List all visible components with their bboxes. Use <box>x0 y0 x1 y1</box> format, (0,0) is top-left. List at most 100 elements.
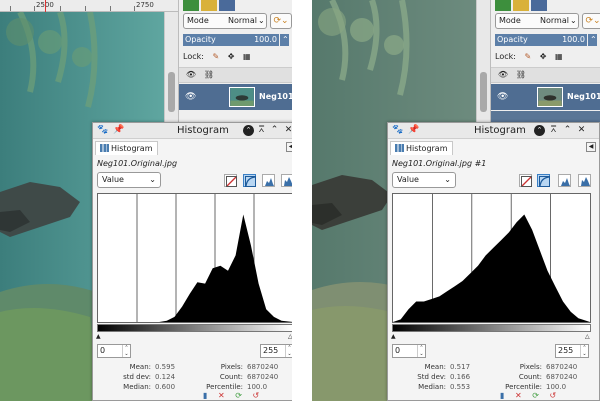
histogram-plot[interactable] <box>392 193 591 323</box>
histogram-icon <box>100 144 109 152</box>
linear-mode-icon[interactable] <box>262 174 275 187</box>
dock-tab-paths-icon[interactable] <box>531 0 547 11</box>
chevron-down-icon: ⌄ <box>258 16 265 25</box>
range-high-spinner[interactable]: 255 ⌃ ⌄ <box>555 344 589 358</box>
logarithmic-histogram-button[interactable] <box>537 174 550 187</box>
pixels-value: 6870240 <box>546 363 578 371</box>
layers-header-row: 👁 ⛓ <box>491 67 600 83</box>
dock-tab-row <box>179 0 292 12</box>
dock-tab-channels-icon[interactable] <box>201 0 217 11</box>
high-range-handle[interactable]: △ <box>288 333 292 340</box>
channel-select[interactable]: Value ⌄ <box>392 172 456 188</box>
range-low-spinner[interactable]: 0 ⌃ ⌄ <box>392 344 426 358</box>
linear-mode-icon[interactable] <box>558 174 571 187</box>
delete-icon[interactable]: ✕ <box>218 392 225 400</box>
dock-menu-icon[interactable]: ◀ <box>286 142 292 152</box>
logarithmic-histogram-button[interactable] <box>243 174 256 187</box>
brush-icon[interactable]: ✎ <box>212 50 219 64</box>
stddev-value: 0.166 <box>450 373 471 381</box>
reset-icon[interactable]: ↺ <box>252 392 259 400</box>
opacity-spinner[interactable]: ⌃ <box>280 34 289 46</box>
layer-name: Neg101.Or <box>259 92 292 101</box>
linear-histogram-button[interactable] <box>224 174 237 187</box>
maximize-icon[interactable]: ⌃ <box>562 125 573 135</box>
dock-tab-layers-icon[interactable] <box>183 0 199 11</box>
eye-icon[interactable]: 👁 <box>185 92 196 102</box>
dock-tab-layers-icon[interactable] <box>495 0 511 11</box>
channel-select[interactable]: Value ⌄ <box>97 172 161 188</box>
low-range-handle[interactable]: ▲ <box>96 333 101 340</box>
tab-histogram[interactable]: Histogram <box>95 141 158 155</box>
histogram-dialog: 🐾 📌 Histogram ⌃ ⩞ ⌃ ✕ Histogram ◀ Neg101… <box>387 122 600 401</box>
low-range-handle[interactable]: ▲ <box>391 333 396 340</box>
pixels-label: Pixels: <box>220 363 243 371</box>
pixels-label: Pixels: <box>519 363 542 371</box>
percentile-value: 100.0 <box>247 383 268 391</box>
channel-value: Value <box>397 175 419 184</box>
opacity-slider[interactable]: Opacity 100.0 <box>495 34 587 46</box>
opacity-slider[interactable]: Opacity 100.0 <box>183 34 279 46</box>
opacity-spinner[interactable]: ⌃ <box>588 34 597 46</box>
dialog-titlebar[interactable]: 🐾 📌 Histogram ⌃ ⩞ ⌃ ✕ <box>388 123 599 139</box>
alpha-lock-icon[interactable]: ▦ <box>243 50 251 64</box>
export-icon[interactable]: ▮ <box>500 392 504 400</box>
range-low-spinner[interactable]: 0 ⌃ ⌄ <box>97 344 131 358</box>
lock-label: Lock: <box>183 52 204 61</box>
alpha-lock-icon[interactable]: ▦ <box>555 50 563 64</box>
histogram-plot[interactable] <box>97 193 292 323</box>
dialog-title: Histogram <box>177 125 229 136</box>
minimize-icon[interactable]: ⩞ <box>256 125 267 135</box>
dialog-titlebar[interactable]: 🐾 📌 Histogram ⌃ ⩞ ⌃ ✕ <box>93 123 292 139</box>
close-icon[interactable]: ✕ <box>283 125 292 135</box>
eye-icon[interactable]: 👁 <box>497 92 508 102</box>
mean-value: 0.595 <box>155 363 176 371</box>
tab-histogram[interactable]: Histogram <box>390 141 453 155</box>
reset-icon[interactable]: ↺ <box>549 392 556 400</box>
pin-icon[interactable]: 📌 <box>408 125 419 135</box>
linear-histogram-button[interactable] <box>519 174 532 187</box>
log-mode-icon[interactable] <box>281 174 292 187</box>
range-low-value: 0 <box>395 346 401 355</box>
percentile-label: Percentile: <box>505 383 542 391</box>
mode-select[interactable]: Mode Normal ⌄ <box>183 13 267 29</box>
dialog-title: Histogram <box>474 125 526 136</box>
refresh-icon[interactable]: ⟳ <box>235 392 242 400</box>
scrollbar-thumb[interactable] <box>480 72 487 112</box>
scrollbar-thumb[interactable] <box>168 72 175 112</box>
dialog-bottom-icons: ▮ ✕ ⟳ ↺ <box>203 392 267 400</box>
close-icon[interactable]: ✕ <box>576 125 587 135</box>
export-icon[interactable]: ▮ <box>203 392 207 400</box>
stddev-label: Std dev: <box>417 373 446 381</box>
reset-icon[interactable]: ⟳⌄ <box>582 13 600 29</box>
pin-icon[interactable]: 📌 <box>113 125 124 135</box>
dock-tab-paths-icon[interactable] <box>219 0 235 11</box>
refresh-icon[interactable]: ⟳ <box>532 392 539 400</box>
median-label: Median: <box>123 383 151 391</box>
delete-icon[interactable]: ✕ <box>515 392 522 400</box>
dock-tab-channels-icon[interactable] <box>513 0 529 11</box>
layer-row[interactable]: 👁 Neg101.Or <box>491 84 600 110</box>
move-icon[interactable]: ✥ <box>228 50 235 64</box>
range-high-value: 255 <box>263 346 279 355</box>
dock-menu-icon[interactable]: ◀ <box>586 142 596 152</box>
histogram-svg <box>393 194 590 322</box>
collapse-icon[interactable]: ⌃ <box>534 125 545 136</box>
range-high-spinner[interactable]: 255 ⌃ ⌄ <box>260 344 292 358</box>
layer-row[interactable]: 👁 Neg101.Or <box>179 84 292 110</box>
log-mode-icon[interactable] <box>578 174 591 187</box>
median-label: Median: <box>418 383 446 391</box>
high-range-handle[interactable]: △ <box>585 333 590 340</box>
brush-icon[interactable]: ✎ <box>524 50 531 64</box>
reset-icon[interactable]: ⟳⌄ <box>270 13 292 29</box>
minimize-icon[interactable]: ⩞ <box>548 125 559 135</box>
lock-row: Lock: ✎ ✥ ▦ <box>495 50 569 64</box>
percentile-label: Percentile: <box>206 383 243 391</box>
stddev-value: 0.124 <box>155 373 176 381</box>
range-low-value: 0 <box>100 346 106 355</box>
count-label: Count: <box>518 373 542 381</box>
move-icon[interactable]: ✥ <box>540 50 547 64</box>
range-high-value: 255 <box>558 346 574 355</box>
maximize-icon[interactable]: ⌃ <box>269 125 280 135</box>
mode-select[interactable]: Mode Normal ⌄ <box>495 13 579 29</box>
collapse-icon[interactable]: ⌃ <box>243 125 254 136</box>
